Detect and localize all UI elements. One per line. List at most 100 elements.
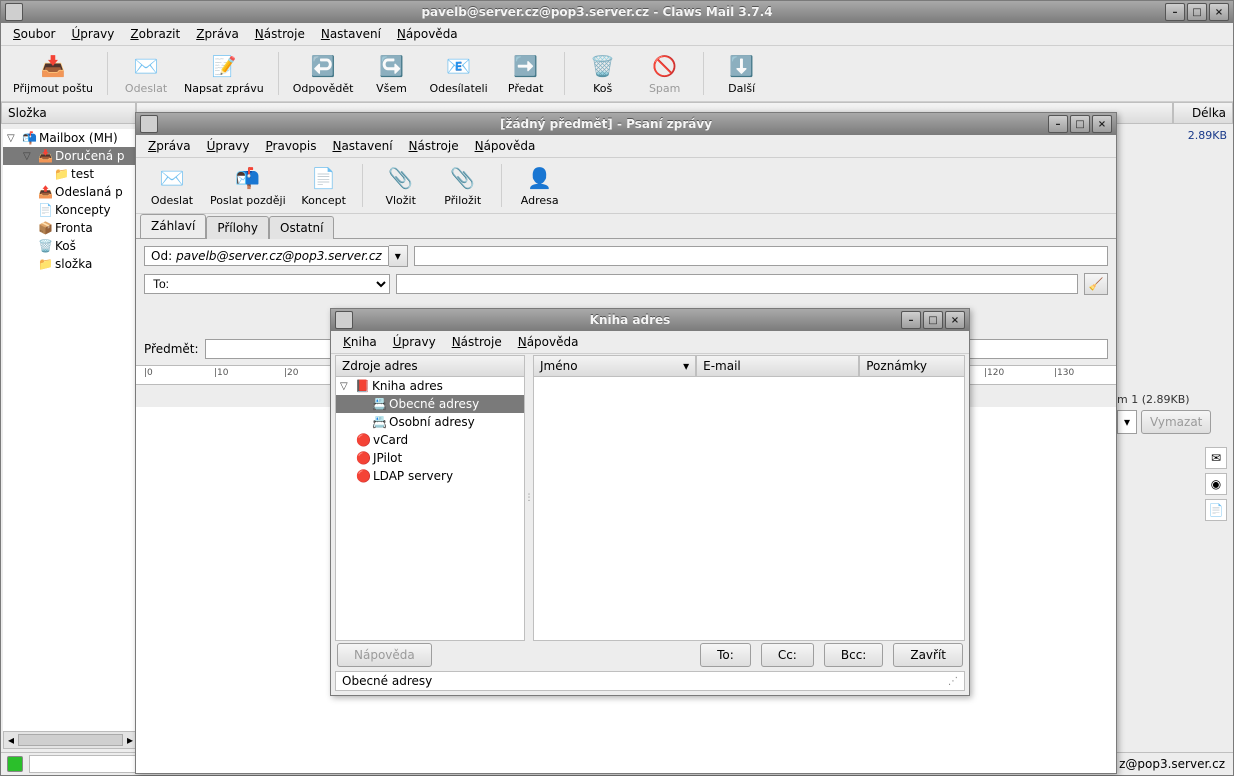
col-email[interactable]: E-mail [696, 355, 859, 377]
tool-odeslat[interactable]: ✉️Odeslat [142, 162, 202, 209]
menu-nastavení[interactable]: Nastavení [326, 137, 398, 155]
tool-odpovědět[interactable]: ↩️Odpovědět [287, 50, 360, 97]
close-dialog-button[interactable]: Zavřít [893, 643, 963, 667]
folder-test[interactable]: 📁test [3, 165, 136, 183]
source-icon: 🔴 [356, 433, 370, 447]
source-root[interactable]: ▽ 📕 Kniha adres [336, 377, 524, 395]
folder-tree[interactable]: ▽ 📬 Mailbox (MH) ▽📥Doručená p📁test📤Odesl… [3, 129, 137, 749]
menu-nástroje[interactable]: Nástroje [403, 137, 465, 155]
menu-pravopis[interactable]: Pravopis [260, 137, 323, 155]
tool-přijmout-poštu[interactable]: 📥Přijmout poštu [7, 50, 99, 97]
expander-icon[interactable]: ▽ [340, 381, 352, 392]
status-account: z@pop3.server.cz [1110, 757, 1233, 771]
close-button[interactable]: × [1092, 115, 1112, 133]
koncept-icon: 📄 [310, 164, 338, 192]
address-source-tree[interactable]: ▽ 📕 Kniha adres 📇Obecné adresy📇Osobní ad… [335, 377, 525, 641]
tool-koncept[interactable]: 📄Koncept [294, 162, 354, 209]
tab-header[interactable]: Záhlaví [140, 214, 206, 238]
tool-všem[interactable]: ↪️Všem [361, 50, 421, 97]
source-jpilot[interactable]: 🔴JPilot [336, 449, 524, 467]
cc-button[interactable]: Cc: [761, 643, 814, 667]
tool-přiložit[interactable]: 📎Přiložit [433, 162, 493, 209]
minimize-button[interactable]: – [1048, 115, 1068, 133]
source-icon: 🔴 [356, 469, 370, 483]
attachment-icon[interactable]: ✉ [1205, 447, 1227, 469]
col-notes[interactable]: Poznámky [859, 355, 965, 377]
side-panel: m 1 (2.89KB) ▾ Vymazat [1117, 393, 1227, 434]
expander-icon[interactable]: ▽ [7, 133, 19, 144]
všem-icon: ↪️ [377, 52, 405, 80]
minimize-button[interactable]: – [1165, 3, 1185, 21]
menu-nástroje[interactable]: Nástroje [249, 25, 311, 43]
broom-icon[interactable]: 🧹 [1084, 273, 1108, 295]
tool-adresa[interactable]: 👤Adresa [510, 162, 570, 209]
source-vcard[interactable]: 🔴vCard [336, 431, 524, 449]
tool-poslat-později[interactable]: 📬Poslat později [204, 162, 292, 209]
menu-soubor[interactable]: Soubor [7, 25, 61, 43]
menu-kniha[interactable]: Kniha [337, 333, 383, 351]
maximize-button[interactable]: □ [1187, 3, 1207, 21]
from-label-box: Od: pavelb@server.cz@pop3.server.cz [144, 246, 389, 266]
scroll-left-icon[interactable]: ◂ [4, 733, 18, 747]
menu-nástroje[interactable]: Nástroje [446, 333, 508, 351]
expander-icon[interactable]: ▽ [23, 151, 35, 162]
tool-koš[interactable]: 🗑️Koš [573, 50, 633, 97]
col-name[interactable]: Jméno▾ [533, 355, 696, 377]
menu-nápověda[interactable]: Nápověda [469, 137, 542, 155]
menu-úpravy[interactable]: Úpravy [387, 333, 442, 351]
text-icon[interactable]: 📄 [1205, 499, 1227, 521]
menu-nápověda[interactable]: Nápověda [391, 25, 464, 43]
sources-header[interactable]: Zdroje adres [335, 355, 525, 377]
clear-button[interactable]: Vymazat [1141, 410, 1211, 434]
address-list[interactable] [533, 377, 965, 641]
menu-zpráva[interactable]: Zpráva [142, 137, 197, 155]
to-input[interactable] [396, 274, 1078, 294]
spam-icon: 🚫 [651, 52, 679, 80]
tool-odesílateli[interactable]: 📧Odesílateli [423, 50, 493, 97]
tool-napsat-zprávu[interactable]: 📝Napsat zprávu [178, 50, 270, 97]
folder-doručená-p[interactable]: ▽📥Doručená p [3, 147, 136, 165]
close-button[interactable]: × [945, 311, 965, 329]
dropdown-arrow-icon[interactable]: ▾ [1117, 410, 1137, 434]
to-button[interactable]: To: [700, 643, 751, 667]
folder-koš[interactable]: 🗑️Koš [3, 237, 136, 255]
source-osobní-adresy[interactable]: 📇Osobní adresy [336, 413, 524, 431]
menu-zobrazit[interactable]: Zobrazit [124, 25, 186, 43]
minimize-button[interactable]: – [901, 311, 921, 329]
from-dropdown[interactable]: ▾ [389, 245, 408, 267]
folder-fronta[interactable]: 📦Fronta [3, 219, 136, 237]
close-button[interactable]: × [1209, 3, 1229, 21]
menu-úpravy[interactable]: Úpravy [65, 25, 120, 43]
tab-other[interactable]: Ostatní [269, 216, 334, 239]
tool-vložit[interactable]: 📎Vložit [371, 162, 431, 209]
source-ldap-servery[interactable]: 🔴LDAP servery [336, 467, 524, 485]
length-column-header[interactable]: Délka [1173, 102, 1233, 124]
menu-úpravy[interactable]: Úpravy [201, 137, 256, 155]
help-button[interactable]: Nápověda [337, 643, 432, 667]
menu-zpráva[interactable]: Zpráva [190, 25, 245, 43]
resize-grip-icon[interactable]: ⋰ [948, 676, 958, 687]
menu-nastavení[interactable]: Nastavení [315, 25, 387, 43]
folder-scrollbar[interactable]: ◂ ▸ [3, 731, 138, 749]
folder-koncepty[interactable]: 📄Koncepty [3, 201, 136, 219]
ruler-tick: |130 [1054, 368, 1074, 378]
maximize-button[interactable]: □ [923, 311, 943, 329]
folder-column-header[interactable]: Složka [1, 102, 136, 124]
tool-další[interactable]: ⬇️Další [712, 50, 772, 97]
source-obecné-adresy[interactable]: 📇Obecné adresy [336, 395, 524, 413]
maximize-button[interactable]: □ [1070, 115, 1090, 133]
folder-root[interactable]: ▽ 📬 Mailbox (MH) [3, 129, 136, 147]
message-icon[interactable]: ◉ [1205, 473, 1227, 495]
folder-odeslaná-p[interactable]: 📤Odeslaná p [3, 183, 136, 201]
folder-složka[interactable]: 📁složka [3, 255, 136, 273]
bcc-button[interactable]: Bcc: [824, 643, 883, 667]
tool-předat[interactable]: ➡️Předat [496, 50, 556, 97]
pane-splitter[interactable]: ⋮ [525, 355, 533, 641]
tab-attachments[interactable]: Přílohy [206, 216, 269, 239]
menu-nápověda[interactable]: Nápověda [512, 333, 585, 351]
online-status-icon[interactable] [7, 756, 23, 772]
from-extra-input[interactable] [414, 246, 1108, 266]
recipient-type-select[interactable]: To: [144, 274, 390, 294]
tool-spam[interactable]: 🚫Spam [635, 50, 695, 97]
tool-odeslat[interactable]: ✉️Odeslat [116, 50, 176, 97]
